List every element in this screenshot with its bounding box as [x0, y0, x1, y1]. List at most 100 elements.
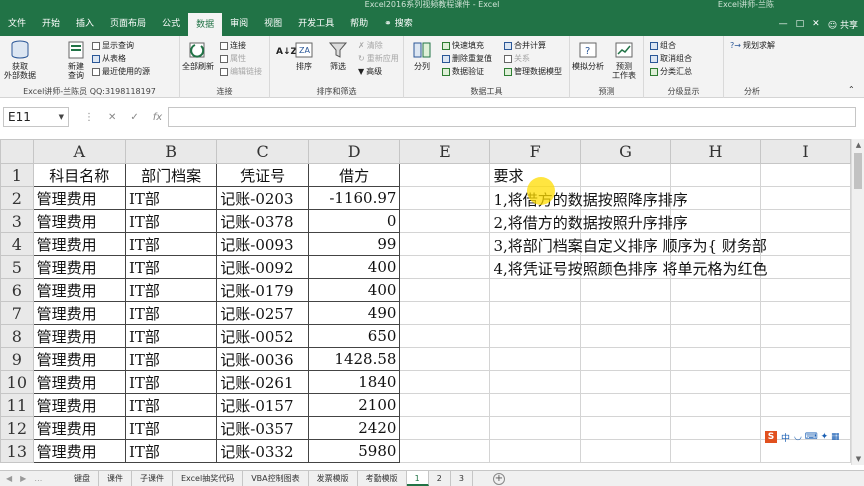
- connections-button[interactable]: 连接: [220, 40, 246, 51]
- col-header-d[interactable]: D: [307, 139, 401, 164]
- sheet-tab-active[interactable]: 1: [406, 471, 429, 486]
- cell-department[interactable]: IT部: [124, 186, 218, 210]
- cell-empty[interactable]: [669, 347, 762, 371]
- cell-b1[interactable]: 部门档案: [124, 163, 218, 187]
- add-sheet-button[interactable]: +: [492, 472, 505, 485]
- row-header[interactable]: 2: [0, 186, 34, 210]
- properties-button[interactable]: 属性: [220, 53, 246, 64]
- tab-help[interactable]: 帮助: [342, 13, 376, 35]
- cell-debit[interactable]: 400: [307, 255, 401, 279]
- cell-requirement[interactable]: [489, 393, 581, 417]
- cell-account[interactable]: 管理费用: [32, 324, 126, 348]
- recent-sources-button[interactable]: 最近使用的源: [92, 66, 150, 77]
- cell-voucher[interactable]: 记账-0092: [216, 255, 309, 279]
- cell-debit[interactable]: 99: [307, 232, 401, 256]
- show-queries-button[interactable]: 显示查询: [92, 40, 134, 51]
- select-all-corner[interactable]: [0, 139, 34, 164]
- cell-requirement[interactable]: [489, 278, 581, 302]
- cell-empty[interactable]: [399, 232, 491, 256]
- cell-account[interactable]: 管理费用: [32, 209, 126, 233]
- tab-page-layout[interactable]: 页面布局: [102, 13, 154, 35]
- col-header-i[interactable]: I: [760, 139, 851, 164]
- row-header[interactable]: 7: [0, 301, 34, 325]
- cell-empty[interactable]: [669, 439, 762, 463]
- cell-empty[interactable]: [760, 209, 851, 233]
- cell-debit[interactable]: 1840: [307, 370, 401, 394]
- cell-empty[interactable]: [579, 393, 671, 417]
- cell-empty[interactable]: [760, 255, 851, 279]
- cell-empty[interactable]: [399, 186, 491, 210]
- cell-empty[interactable]: [760, 278, 851, 302]
- cell-voucher[interactable]: 记账-0036: [216, 347, 309, 371]
- consolidate-button[interactable]: 合并计算: [504, 40, 546, 51]
- cell-voucher[interactable]: 记账-0378: [216, 209, 309, 233]
- sheet-tab[interactable]: 发票模版: [309, 471, 358, 486]
- cell-account[interactable]: 管理费用: [32, 255, 126, 279]
- cell-empty[interactable]: [760, 324, 851, 348]
- col-header-f[interactable]: F: [489, 139, 581, 164]
- cell-requirement[interactable]: 3,将部门档案自定义排序 顺序为{ 财务部: [489, 232, 767, 256]
- cell-empty[interactable]: [760, 186, 851, 210]
- manage-data-model-button[interactable]: 管理数据模型: [504, 66, 562, 77]
- cell-empty[interactable]: [399, 324, 491, 348]
- cell-voucher[interactable]: 记账-0203: [216, 186, 309, 210]
- from-table-button[interactable]: 从表格: [92, 53, 126, 64]
- clear-button[interactable]: ✗ 清除: [358, 40, 383, 51]
- cell-account[interactable]: 管理费用: [32, 278, 126, 302]
- cell-a1[interactable]: 科目名称: [32, 163, 126, 187]
- cell-requirement[interactable]: [489, 324, 581, 348]
- vertical-scrollbar[interactable]: ▲ ▼: [851, 139, 864, 465]
- sheet-tab[interactable]: 课件: [99, 471, 132, 486]
- row-header[interactable]: 6: [0, 278, 34, 302]
- tab-home[interactable]: 开始: [34, 13, 68, 35]
- cell-department[interactable]: IT部: [124, 209, 218, 233]
- what-if-button[interactable]: ? 模拟分析: [570, 40, 606, 71]
- cell-account[interactable]: 管理费用: [32, 393, 126, 417]
- cell-voucher[interactable]: 记账-0052: [216, 324, 309, 348]
- row-header[interactable]: 4: [0, 232, 34, 256]
- cell-voucher[interactable]: 记账-0157: [216, 393, 309, 417]
- subtotal-button[interactable]: 分类汇总: [650, 66, 692, 77]
- cell-debit[interactable]: 2100: [307, 393, 401, 417]
- cell-requirement[interactable]: 2,将借方的数据按照升序排序: [489, 209, 688, 233]
- cell-department[interactable]: IT部: [124, 255, 218, 279]
- tell-me-search[interactable]: ⚭ 搜索: [376, 13, 421, 35]
- scroll-up-icon[interactable]: ▲: [852, 139, 864, 151]
- cell-empty[interactable]: [669, 393, 762, 417]
- cell-empty[interactable]: [669, 324, 762, 348]
- cell-empty[interactable]: [760, 347, 851, 371]
- cell-empty[interactable]: [760, 232, 851, 256]
- refresh-all-button[interactable]: 全部刷新: [180, 40, 216, 71]
- cell-d1[interactable]: 借方: [307, 163, 401, 187]
- sheet-tab[interactable]: 子课件: [132, 471, 173, 486]
- cell-debit[interactable]: 5980: [307, 439, 401, 463]
- cell-department[interactable]: IT部: [124, 370, 218, 394]
- close-icon[interactable]: ✕: [812, 19, 820, 29]
- cell-empty[interactable]: [579, 301, 671, 325]
- formula-input[interactable]: [168, 107, 856, 127]
- tab-formulas[interactable]: 公式: [154, 13, 188, 35]
- cell-debit[interactable]: 1428.58: [307, 347, 401, 371]
- row-header[interactable]: 9: [0, 347, 34, 371]
- col-header-e[interactable]: E: [399, 139, 491, 164]
- enter-icon[interactable]: ✓: [130, 112, 138, 123]
- text-to-columns-button[interactable]: 分列: [404, 40, 440, 71]
- cell-account[interactable]: 管理费用: [32, 347, 126, 371]
- cell-empty[interactable]: [579, 278, 671, 302]
- cell-requirement[interactable]: [489, 439, 581, 463]
- cancel-icon[interactable]: ✕: [108, 112, 116, 123]
- row-header[interactable]: 1: [0, 163, 34, 187]
- cell-voucher[interactable]: 记账-0261: [216, 370, 309, 394]
- flash-fill-button[interactable]: 快速填充: [442, 40, 484, 51]
- sheet-tab[interactable]: Excel抽奖代码: [173, 471, 244, 486]
- cell-empty[interactable]: [669, 278, 762, 302]
- next-sheet-icon[interactable]: ▶: [20, 474, 26, 483]
- row-header[interactable]: 3: [0, 209, 34, 233]
- edit-links-button[interactable]: 编辑链接: [220, 66, 262, 77]
- sheet-tab[interactable]: 考勤模版: [358, 471, 407, 486]
- row-header[interactable]: 13: [0, 439, 34, 463]
- cell-empty[interactable]: [399, 416, 491, 440]
- tab-view[interactable]: 视图: [256, 13, 290, 35]
- cell-h1[interactable]: [669, 163, 762, 187]
- forecast-sheet-button[interactable]: 预测 工作表: [606, 40, 642, 80]
